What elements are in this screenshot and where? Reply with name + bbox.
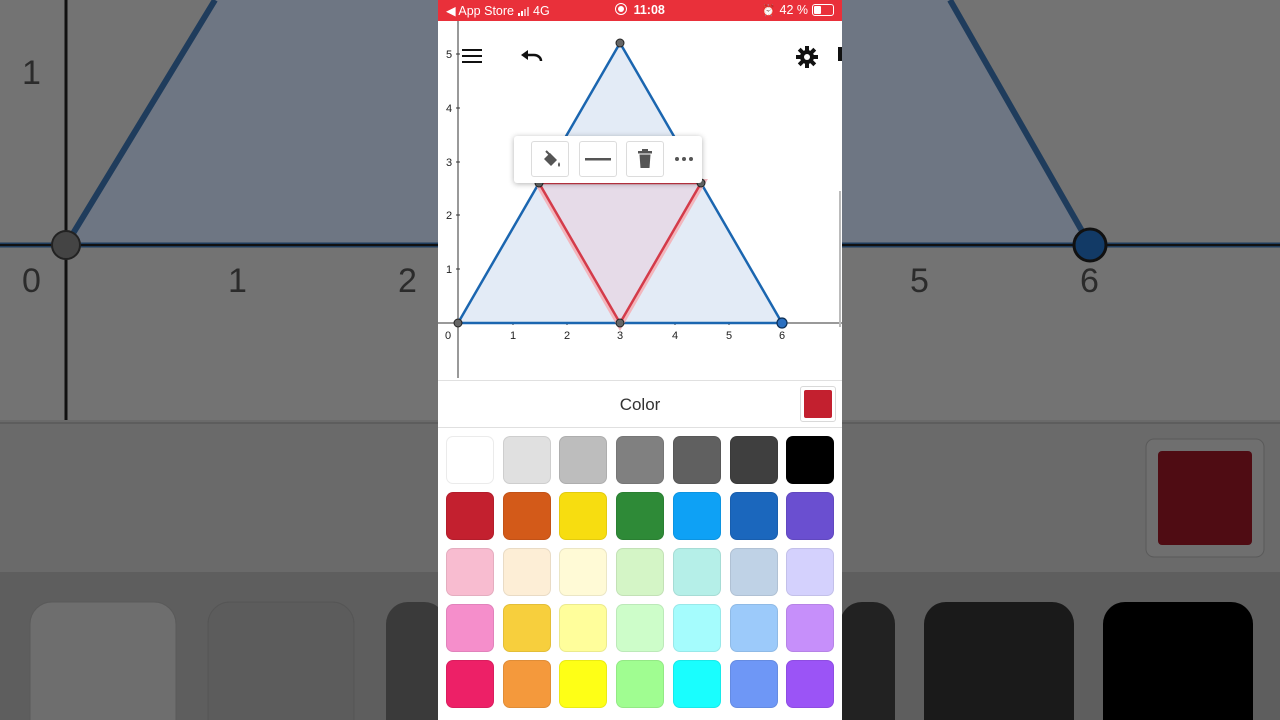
svg-text:2: 2	[398, 262, 417, 300]
paint-bucket-icon	[544, 150, 560, 167]
y-tick-label: 1	[446, 264, 452, 276]
y-tick-label: 4	[446, 103, 452, 115]
color-swatch[interactable]	[730, 436, 778, 484]
color-swatch[interactable]	[673, 660, 721, 708]
color-swatch[interactable]	[559, 492, 607, 540]
selected-color-preview[interactable]	[800, 386, 836, 422]
toolbar-edge-icon[interactable]	[837, 45, 842, 63]
y-tick-label: 3	[446, 157, 452, 169]
y-tick-label: 2	[446, 210, 452, 222]
selected-color-swatch	[804, 390, 832, 418]
svg-text:1: 1	[228, 262, 247, 300]
point-C[interactable]	[615, 38, 625, 48]
color-swatch[interactable]	[559, 436, 607, 484]
color-swatch[interactable]	[730, 604, 778, 652]
more-icon[interactable]	[672, 149, 696, 169]
point-B[interactable]	[776, 317, 788, 329]
svg-text:6: 6	[1080, 262, 1099, 300]
color-swatch[interactable]	[616, 436, 664, 484]
status-bar: ◀ App Store 4G 11:08 ⏰ 42 %	[438, 0, 842, 21]
color-panel-header: Color	[438, 380, 842, 428]
x-tick-label: 3	[617, 330, 623, 342]
color-swatch[interactable]	[673, 604, 721, 652]
color-swatch[interactable]	[503, 548, 551, 596]
delete-button[interactable]	[626, 141, 664, 177]
color-swatch[interactable]	[786, 604, 834, 652]
color-swatch[interactable]	[786, 492, 834, 540]
color-swatch[interactable]	[673, 548, 721, 596]
color-swatch[interactable]	[616, 492, 664, 540]
point-F[interactable]	[615, 318, 625, 328]
x-tick-label: 2	[564, 330, 570, 342]
battery-icon	[812, 4, 834, 16]
battery-percent: 42 %	[779, 3, 809, 17]
color-swatch[interactable]	[730, 660, 778, 708]
color-panel-title: Color	[619, 395, 661, 414]
color-swatch[interactable]	[673, 492, 721, 540]
color-swatch[interactable]	[786, 660, 834, 708]
color-swatch[interactable]	[446, 436, 494, 484]
gear-icon[interactable]	[795, 45, 819, 69]
color-swatch[interactable]	[673, 436, 721, 484]
color-swatch[interactable]	[730, 548, 778, 596]
point-A[interactable]	[453, 318, 463, 328]
color-swatch[interactable]	[559, 548, 607, 596]
color-swatch[interactable]	[446, 548, 494, 596]
color-swatch[interactable]	[446, 604, 494, 652]
color-swatch[interactable]	[616, 604, 664, 652]
menu-icon[interactable]	[461, 48, 483, 64]
color-swatch[interactable]	[503, 604, 551, 652]
color-swatch[interactable]	[616, 660, 664, 708]
screen-record-icon	[615, 3, 628, 15]
color-swatch[interactable]	[446, 492, 494, 540]
phone-screen: ◀ App Store 4G 11:08 ⏰ 42 % 1 2 3 4 5 0 …	[438, 0, 842, 720]
color-swatch[interactable]	[559, 604, 607, 652]
status-time: 11:08	[633, 3, 665, 17]
svg-text:0: 0	[22, 262, 41, 300]
color-swatch[interactable]	[786, 436, 834, 484]
color-swatch[interactable]	[503, 436, 551, 484]
style-bar-popup	[514, 136, 702, 183]
trash-icon	[638, 149, 652, 168]
svg-text:1: 1	[22, 54, 41, 92]
color-swatch[interactable]	[503, 492, 551, 540]
x-tick-label: 0	[445, 330, 451, 342]
x-tick-label: 6	[779, 330, 785, 342]
line-style-button[interactable]	[579, 141, 617, 177]
line-style-icon	[585, 158, 611, 161]
undo-icon[interactable]	[520, 48, 544, 64]
x-tick-label: 1	[510, 330, 516, 342]
x-tick-label: 5	[726, 330, 732, 342]
color-swatch[interactable]	[446, 660, 494, 708]
graphics-view[interactable]: 1 2 3 4 5 0 1 2 3 4 5 6	[438, 21, 842, 378]
color-swatch[interactable]	[503, 660, 551, 708]
y-tick-label: 5	[446, 49, 452, 61]
fill-button[interactable]	[531, 141, 569, 177]
svg-text:5: 5	[910, 262, 929, 300]
x-tick-label: 4	[672, 330, 678, 342]
color-swatch[interactable]	[730, 492, 778, 540]
color-swatch[interactable]	[559, 660, 607, 708]
color-swatch[interactable]	[616, 548, 664, 596]
color-swatch[interactable]	[786, 548, 834, 596]
alarm-icon: ⏰	[761, 4, 776, 17]
